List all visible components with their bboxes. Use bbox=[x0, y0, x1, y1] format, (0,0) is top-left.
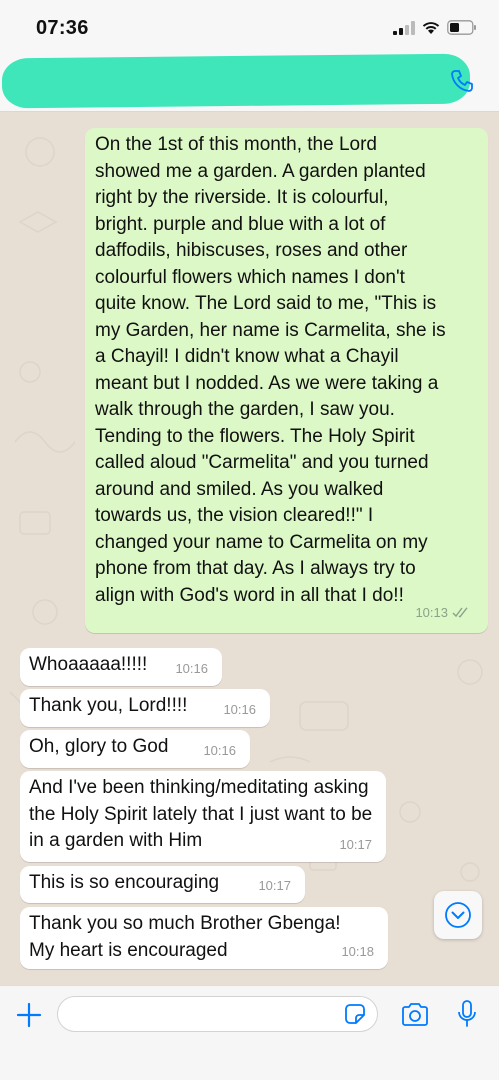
message-time: 10:13 bbox=[415, 604, 448, 620]
message-bubble-incoming[interactable]: Thank you so much Brother Gbenga! My hea… bbox=[20, 907, 388, 969]
plus-icon[interactable] bbox=[16, 1002, 42, 1028]
message-time: 10:16 bbox=[175, 660, 208, 676]
message-bubble-outgoing[interactable]: On the 1st of this month, the Lord showe… bbox=[85, 128, 488, 633]
message-bubble-incoming[interactable]: Whoaaaaa!!!!! 10:16 bbox=[20, 648, 222, 686]
message-bubble-incoming[interactable]: This is so encouraging 10:17 bbox=[20, 866, 305, 903]
battery-icon bbox=[447, 20, 476, 35]
camera-icon[interactable] bbox=[400, 1002, 430, 1028]
scroll-to-bottom-button[interactable] bbox=[434, 891, 482, 939]
status-time: 07:36 bbox=[36, 17, 89, 39]
message-text: On the 1st of this month, the Lord showe… bbox=[95, 134, 446, 606]
double-check-icon bbox=[452, 607, 468, 619]
message-time: 10:17 bbox=[339, 836, 372, 852]
sticker-icon[interactable] bbox=[343, 1002, 367, 1026]
message-meta: 10:13 bbox=[415, 600, 470, 627]
chevron-down-icon bbox=[445, 902, 471, 928]
message-input[interactable] bbox=[57, 996, 378, 1032]
status-bar: 07:36 bbox=[0, 0, 499, 52]
message-bubble-incoming[interactable]: Thank you, Lord!!!! 10:16 bbox=[20, 689, 270, 727]
wifi-icon bbox=[422, 22, 440, 34]
chat-header bbox=[0, 52, 499, 112]
phone-call-icon[interactable] bbox=[449, 68, 475, 94]
message-time: 10:17 bbox=[258, 877, 291, 893]
message-text: And I've been thinking/meditating asking… bbox=[29, 777, 373, 851]
chat-area[interactable]: On the 1st of this month, the Lord showe… bbox=[0, 112, 499, 985]
contact-name-redaction[interactable] bbox=[1, 53, 471, 109]
message-bubble-incoming[interactable]: And I've been thinking/meditating asking… bbox=[20, 771, 386, 862]
signal-icon bbox=[393, 20, 415, 35]
microphone-icon[interactable] bbox=[457, 999, 477, 1029]
message-input-bar bbox=[0, 985, 499, 1080]
status-icons bbox=[393, 20, 477, 35]
message-time: 10:16 bbox=[203, 742, 236, 758]
message-time: 10:16 bbox=[223, 701, 256, 717]
message-text: This is so encouraging bbox=[29, 872, 220, 893]
message-time: 10:18 bbox=[341, 943, 374, 959]
message-bubble-incoming[interactable]: Oh, glory to God 10:16 bbox=[20, 730, 250, 768]
message-text: Thank you so much Brother Gbenga! My hea… bbox=[29, 913, 341, 961]
